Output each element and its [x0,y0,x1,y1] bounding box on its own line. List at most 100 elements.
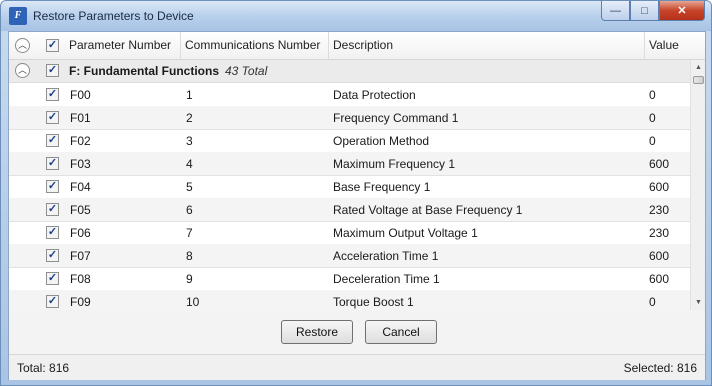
row-checkbox[interactable]: ✓ [46,134,59,147]
table-row[interactable]: ✓ F06 7 Maximum Output Voltage 1 230 [9,221,699,245]
select-all-checkbox[interactable]: ✓ [46,39,59,52]
description-cell: Data Protection [333,88,416,102]
description-cell: Maximum Output Voltage 1 [333,226,478,240]
description-cell: Operation Method [333,134,430,148]
parameter-number-cell: F00 [70,88,91,102]
selected-count: Selected: 816 [623,361,697,375]
check-icon: ✓ [47,295,58,307]
value-cell: 0 [649,134,656,148]
column-header-parameter-number[interactable]: Parameter Number [65,32,181,59]
check-icon: ✓ [47,88,58,100]
check-icon: ✓ [47,157,58,169]
row-checkbox[interactable]: ✓ [46,111,59,124]
communications-number-cell: 2 [186,111,193,125]
description-cell: Frequency Command 1 [333,111,459,125]
collapse-all-icon[interactable]: ︿ [15,38,30,53]
column-header-communications-number[interactable]: Communications Number [181,32,329,59]
check-icon: ✓ [47,111,58,123]
value-cell: 0 [649,88,656,102]
check-icon: ✓ [47,39,58,51]
value-cell: 230 [649,203,670,217]
row-checkbox[interactable]: ✓ [46,295,59,308]
row-checkbox[interactable]: ✓ [46,226,59,239]
minimize-icon: — [610,4,621,17]
parameter-number-cell: F07 [70,249,91,263]
parameter-number-cell: F03 [70,157,91,171]
description-cell: Rated Voltage at Base Frequency 1 [333,203,523,217]
scroll-down-icon[interactable]: ▼ [691,295,705,310]
description-cell: Maximum Frequency 1 [333,157,456,171]
communications-number-cell: 7 [186,226,193,240]
check-icon: ✓ [47,272,58,284]
title-bar[interactable]: F Restore Parameters to Device — □ ✕ [1,1,711,31]
maximize-button[interactable]: □ [630,1,659,21]
communications-number-cell: 8 [186,249,193,263]
window-controls: — □ ✕ [601,1,705,21]
description-cell: Acceleration Time 1 [333,249,439,263]
dialog-content: ︿ ✓ Parameter Number Communications Numb… [8,31,706,380]
scrollbar-thumb[interactable] [693,76,704,84]
communications-number-cell: 4 [186,157,193,171]
table-row[interactable]: ✓ F00 1 Data Protection 0 [9,83,699,107]
value-cell: 0 [649,295,656,309]
parameter-grid: ︿ ✓ Parameter Number Communications Numb… [9,32,705,310]
check-icon: ✓ [47,249,58,261]
description-cell: Base Frequency 1 [333,180,431,194]
check-icon: ✓ [47,203,58,215]
collapse-group-icon[interactable]: ︿ [15,63,30,78]
total-count: Total: 816 [17,361,70,375]
table-row[interactable]: ✓ F08 9 Deceleration Time 1 600 [9,267,699,291]
row-checkbox[interactable]: ✓ [46,180,59,193]
parameter-number-cell: F02 [70,134,91,148]
value-cell: 600 [649,272,670,286]
table-row[interactable]: ✓ F03 4 Maximum Frequency 1 600 [9,152,699,176]
communications-number-cell: 6 [186,203,193,217]
vertical-scrollbar[interactable]: ▲ ▼ [690,60,705,310]
communications-number-cell: 9 [186,272,193,286]
description-cell: Deceleration Time 1 [333,272,440,286]
table-row[interactable]: ✓ F05 6 Rated Voltage at Base Frequency 1 23… [9,198,699,222]
parameter-number-cell: F09 [70,295,91,309]
cancel-button[interactable]: Cancel [365,320,437,344]
window-title: Restore Parameters to Device [33,9,194,23]
table-row[interactable]: ✓ F04 5 Base Frequency 1 600 [9,175,699,199]
communications-number-cell: 3 [186,134,193,148]
check-icon: ✓ [47,180,58,192]
restore-parameters-window: F Restore Parameters to Device — □ ✕ ︿ ✓… [0,0,712,386]
restore-button[interactable]: Restore [281,320,353,344]
row-checkbox[interactable]: ✓ [46,272,59,285]
maximize-icon: □ [641,4,648,17]
table-row[interactable]: ✓ F07 8 Acceleration Time 1 600 [9,244,699,268]
parameter-number-cell: F04 [70,180,91,194]
column-header-value[interactable]: Value [645,32,690,59]
value-cell: 230 [649,226,670,240]
status-bar: Total: 816 Selected: 816 [9,354,705,380]
communications-number-cell: 10 [186,295,200,309]
group-checkbox[interactable]: ✓ [46,64,59,77]
table-row[interactable]: ✓ F02 3 Operation Method 0 [9,129,699,153]
description-cell: Torque Boost 1 [333,295,414,309]
close-button[interactable]: ✕ [659,1,705,21]
parameter-number-cell: F08 [70,272,91,286]
scroll-up-icon[interactable]: ▲ [691,60,705,75]
close-icon: ✕ [677,5,687,17]
column-header-description[interactable]: Description [329,32,645,59]
communications-number-cell: 5 [186,180,193,194]
row-checkbox[interactable]: ✓ [46,88,59,101]
row-checkbox[interactable]: ✓ [46,157,59,170]
check-icon: ✓ [47,226,58,238]
minimize-button[interactable]: — [601,1,630,21]
row-checkbox[interactable]: ✓ [46,203,59,216]
table-row[interactable]: ✓ F01 2 Frequency Command 1 0 [9,106,699,130]
value-cell: 600 [649,157,670,171]
table-row[interactable]: ✓ F09 10 Torque Boost 1 0 [9,290,699,310]
value-cell: 600 [649,249,670,263]
grid-header: ︿ ✓ Parameter Number Communications Numb… [9,32,705,60]
value-cell: 600 [649,180,670,194]
parameter-number-cell: F06 [70,226,91,240]
group-row-fundamental-functions[interactable]: ︿ ✓ F: Fundamental Functions 43 Total [9,60,699,83]
parameter-number-cell: F05 [70,203,91,217]
row-checkbox[interactable]: ✓ [46,249,59,262]
communications-number-cell: 1 [186,88,193,102]
check-icon: ✓ [47,64,58,76]
